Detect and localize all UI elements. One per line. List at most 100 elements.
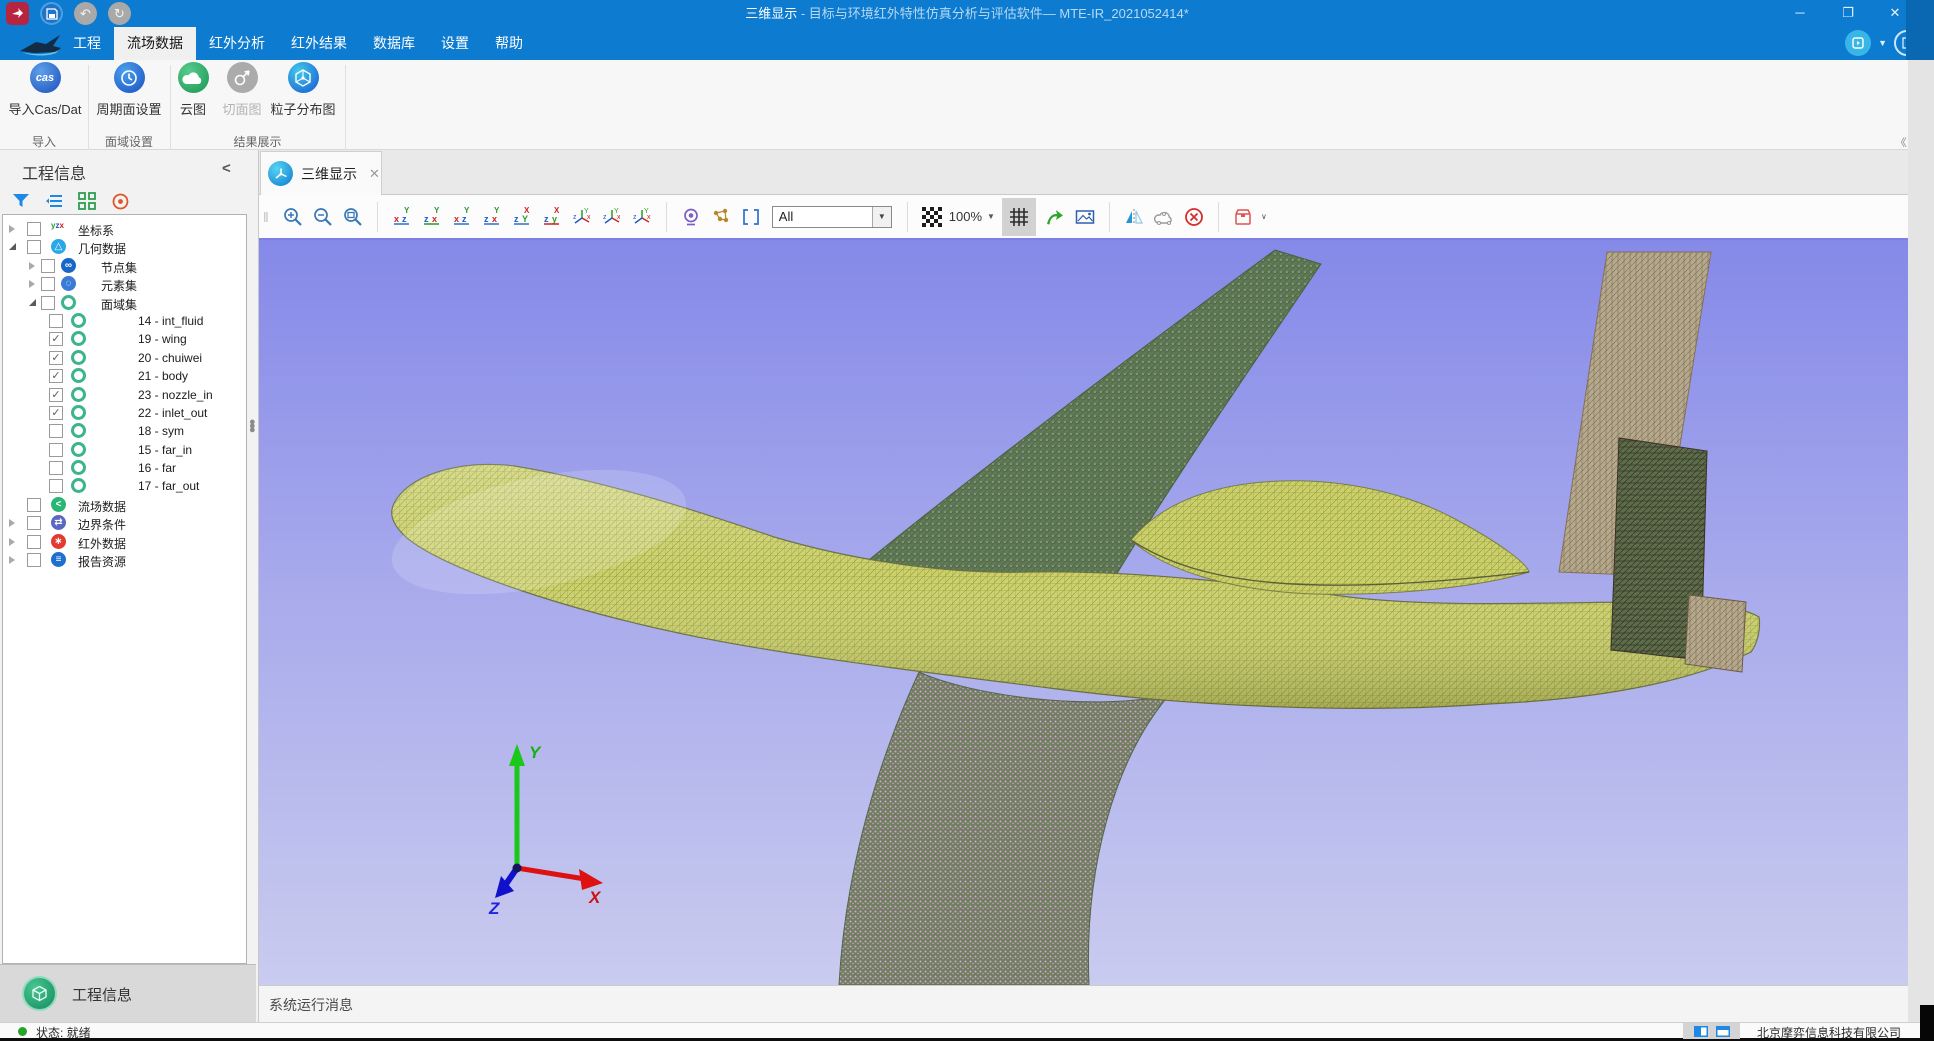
- tree-item-23---nozzle_in[interactable]: ✓23 - nozzle_in: [3, 386, 246, 404]
- outline-list-icon[interactable]: [43, 190, 65, 212]
- tree-checkbox[interactable]: [49, 424, 63, 438]
- zoom-fit-icon[interactable]: [341, 206, 365, 228]
- savebox-caret-icon[interactable]: ∨: [1261, 212, 1267, 221]
- tree-item--[interactable]: ≡报告资源: [3, 551, 246, 569]
- menu-item-3[interactable]: 红外结果: [278, 27, 360, 60]
- render-canvas[interactable]: Y X Z: [259, 238, 1909, 985]
- tree-item-15---far_in[interactable]: 15 - far_in: [3, 441, 246, 459]
- minimize-button[interactable]: ─: [1777, 0, 1823, 27]
- maximize-button[interactable]: ❐: [1825, 0, 1871, 27]
- tree-checkbox[interactable]: [27, 222, 41, 236]
- run-panel-button[interactable]: [1845, 30, 1871, 56]
- view-5-icon[interactable]: zYX: [510, 206, 534, 228]
- view-6-icon[interactable]: zyX: [540, 206, 564, 228]
- menu-caret-icon[interactable]: ▼: [1878, 38, 1887, 48]
- tree-item-18---sym[interactable]: 18 - sym: [3, 422, 246, 440]
- tree-checkbox[interactable]: [49, 443, 63, 457]
- menu-item-4[interactable]: 数据库: [360, 27, 428, 60]
- grid-view-icon[interactable]: [76, 190, 98, 212]
- expander-icon[interactable]: [9, 243, 16, 250]
- expander-icon[interactable]: [9, 556, 15, 564]
- menu-item-1[interactable]: 流场数据: [114, 27, 196, 60]
- export-icon[interactable]: [1043, 206, 1067, 228]
- particles-icon[interactable]: [709, 206, 733, 228]
- expander-icon[interactable]: [29, 262, 35, 270]
- tree-checkbox[interactable]: ✓: [49, 406, 63, 420]
- tree-checkbox[interactable]: [27, 516, 41, 530]
- expander-icon[interactable]: [9, 538, 15, 546]
- tree-item--[interactable]: ∗红外数据: [3, 533, 246, 551]
- tree-item--[interactable]: <流场数据: [3, 496, 246, 514]
- ribbon-button-0[interactable]: cas导入Cas/Dat: [0, 62, 90, 118]
- panel-footer-tab[interactable]: 工程信息: [72, 984, 132, 1005]
- tree-item-22---inlet_out[interactable]: ✓22 - inlet_out: [3, 404, 246, 422]
- tree-item--[interactable]: ∞节点集: [3, 257, 246, 275]
- menu-item-5[interactable]: 设置: [428, 27, 482, 60]
- view-7-icon[interactable]: Yxz: [570, 206, 594, 228]
- zoom-level-caret-icon[interactable]: ▼: [987, 212, 995, 221]
- clip-icon[interactable]: [739, 206, 763, 228]
- view-2-icon[interactable]: zxY: [420, 206, 444, 228]
- tree-item--[interactable]: ⇄边界条件: [3, 514, 246, 532]
- expander-icon[interactable]: [9, 519, 15, 527]
- project-cube-icon[interactable]: [24, 978, 55, 1009]
- layout-left-icon[interactable]: [1694, 1026, 1708, 1037]
- camera-icon[interactable]: [679, 206, 703, 228]
- view-3-icon[interactable]: xzY: [450, 206, 474, 228]
- view-8-icon[interactable]: Yxz: [600, 206, 624, 228]
- region-combobox[interactable]: All▼: [772, 206, 892, 228]
- ribbon-collapse-icon[interactable]: 《: [1894, 134, 1905, 149]
- tree-item-14---int_fluid[interactable]: 14 - int_fluid: [3, 312, 246, 330]
- tree-item--[interactable]: ◌元素集: [3, 275, 246, 293]
- tree-checkbox[interactable]: ✓: [49, 351, 63, 365]
- locate-icon[interactable]: [109, 190, 131, 212]
- tree-item-19---wing[interactable]: ✓19 - wing: [3, 330, 246, 348]
- toolbar-handle[interactable]: ‖: [263, 209, 270, 225]
- tab-3d-view[interactable]: 三维显示 ✕: [260, 151, 382, 195]
- grid-toggle-button[interactable]: [1002, 198, 1036, 236]
- dither-icon[interactable]: [920, 206, 944, 228]
- tree-checkbox[interactable]: ✓: [49, 332, 63, 346]
- tree-item--[interactable]: △几何数据: [3, 238, 246, 256]
- layout-bottom-icon[interactable]: [1716, 1026, 1730, 1037]
- view-9-icon[interactable]: Yxz: [630, 206, 654, 228]
- combobox-arrow-icon[interactable]: ▼: [872, 207, 891, 227]
- tree-checkbox[interactable]: [27, 240, 41, 254]
- snapshot-icon[interactable]: [1073, 206, 1097, 228]
- tree-checkbox[interactable]: [49, 461, 63, 475]
- tree-checkbox[interactable]: [41, 296, 55, 310]
- tree-checkbox[interactable]: [49, 479, 63, 493]
- view-1-icon[interactable]: xzY: [390, 206, 414, 228]
- zoom-level-label[interactable]: 100%: [949, 209, 982, 224]
- menu-item-0[interactable]: 工程: [60, 27, 114, 60]
- expander-icon[interactable]: [9, 225, 15, 233]
- filter-icon[interactable]: [10, 190, 32, 212]
- savebox-icon[interactable]: [1231, 206, 1255, 228]
- tree-checkbox[interactable]: [27, 553, 41, 567]
- mirror-icon[interactable]: [1122, 206, 1146, 228]
- zoom-out-icon[interactable]: [311, 206, 335, 228]
- menu-item-6[interactable]: 帮助: [482, 27, 536, 60]
- tree-checkbox[interactable]: ✓: [49, 388, 63, 402]
- tree-item-17---far_out[interactable]: 17 - far_out: [3, 477, 246, 495]
- tree-checkbox[interactable]: [49, 314, 63, 328]
- tree-checkbox[interactable]: [41, 259, 55, 273]
- panel-collapse-button[interactable]: <: [222, 160, 231, 177]
- tree-item--[interactable]: yzx坐标系: [3, 220, 246, 238]
- cloud-icon[interactable]: [1152, 206, 1176, 228]
- view-4-icon[interactable]: zxY: [480, 206, 504, 228]
- expander-icon[interactable]: [29, 280, 35, 288]
- panel-splitter[interactable]: ●●●: [249, 420, 255, 432]
- ribbon-button-4[interactable]: 粒子分布图: [258, 62, 348, 118]
- tree-checkbox[interactable]: [27, 498, 41, 512]
- tree-checkbox[interactable]: ✓: [49, 369, 63, 383]
- tab-close-icon[interactable]: ✕: [369, 166, 380, 182]
- tree-item-20---chuiwei[interactable]: ✓20 - chuiwei: [3, 349, 246, 367]
- menu-item-2[interactable]: 红外分析: [196, 27, 278, 60]
- expander-icon[interactable]: [29, 299, 36, 306]
- tree-item-16---far[interactable]: 16 - far: [3, 459, 246, 477]
- tree-checkbox[interactable]: [41, 277, 55, 291]
- zoom-in-icon[interactable]: [281, 206, 305, 228]
- delete-icon[interactable]: [1182, 206, 1206, 228]
- tree-item--[interactable]: 面域集: [3, 294, 246, 312]
